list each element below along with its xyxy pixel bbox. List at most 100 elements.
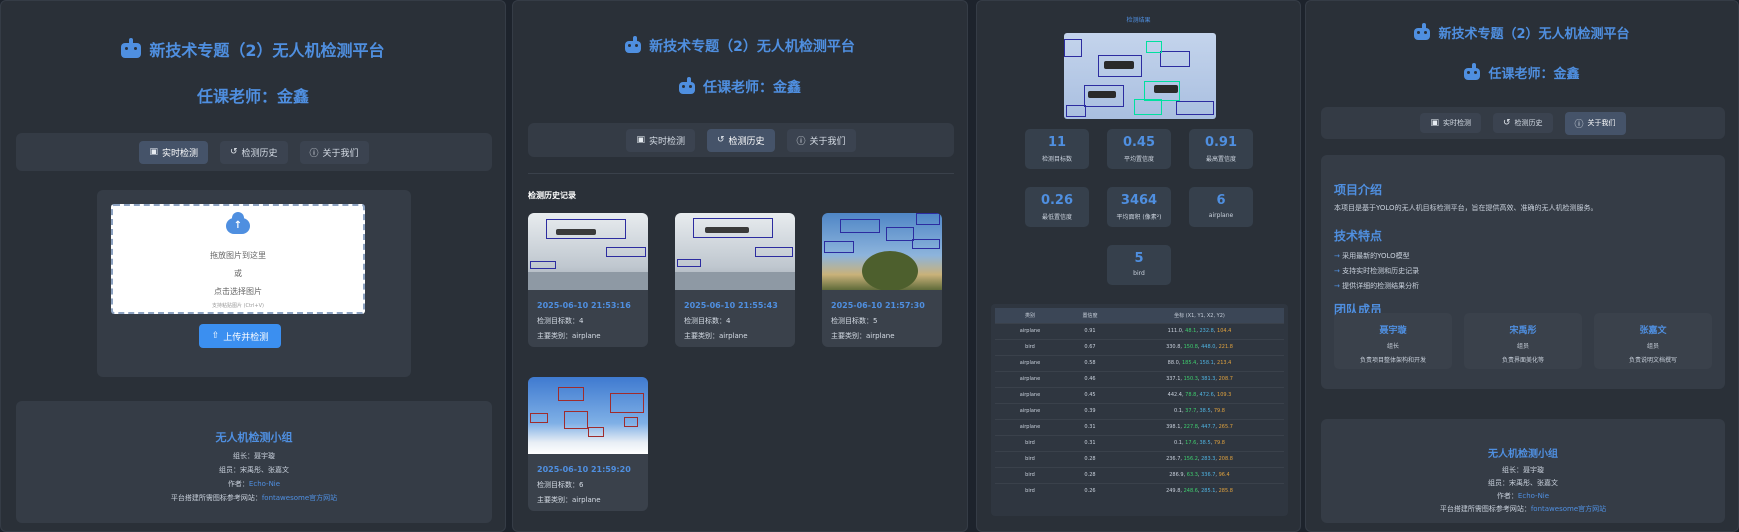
col-header-conf: 置信度 (1065, 308, 1115, 323)
tab-about-label: 关于我们 (809, 136, 846, 147)
cell-coords: 337.1, 150.3, 381.3, 208.7 (1115, 370, 1284, 387)
member-duty: 负责界面美化等 (1501, 357, 1544, 364)
about-panel: 新技术专题（2）无人机检测平台 任课老师：金鑫 ▣ 实时检测 ↺ 检测历史 ⓘ 关于我… (1305, 0, 1739, 532)
coord-y2: 79.8 (1213, 408, 1225, 414)
history-icon: ↺ (1502, 118, 1511, 128)
info-icon: ⓘ (1574, 119, 1584, 130)
stat-label: 平均置信度 (1123, 156, 1154, 163)
coord-y2: 285.8 (1218, 488, 1233, 495)
member-duty: 负责说明文档撰写 (1628, 357, 1677, 364)
coord-x2: 285.1 (1201, 488, 1216, 495)
table-row: airplane 0.31 398.1, 227.8, 447.7, 265.7 (995, 418, 1284, 435)
tab-history[interactable]: ↺ 检测历史 (219, 140, 288, 164)
tab-realtime[interactable]: ▣ 实时检测 (139, 140, 208, 164)
tab-history-label: 检测历史 (1514, 119, 1543, 127)
nav-bar: ▣ 实时检测 ↺ 检测历史 ⓘ 关于我们 (528, 123, 954, 157)
coord-y1: 63.3 (1186, 472, 1198, 478)
count-label: 检测目标数： (831, 317, 873, 325)
arrow-right-icon: → (1334, 252, 1343, 260)
table-row: airplane 0.58 88.0, 185.4, 158.1, 213.4 (995, 354, 1284, 371)
history-card[interactable]: 2025-06-10 21:57:30 检测目标数：5 主要类别：airplan… (822, 213, 942, 347)
cell-class: bird (995, 434, 1065, 451)
stat-card: 0.91 最高置信度 (1189, 129, 1253, 169)
cell-conf: 0.67 (1065, 338, 1115, 355)
cell-coords: 442.4, 78.8, 472.6, 109.3 (1115, 386, 1284, 403)
table-row: airplane 0.39 0.1, 37.7, 38.5, 79.8 (995, 402, 1284, 419)
detection-box (606, 247, 646, 257)
detection-box (693, 218, 773, 238)
tab-realtime[interactable]: ▣ 实时检测 (626, 128, 695, 152)
coord-y1: 156.2 (1183, 456, 1198, 462)
team-card: 无人机检测小组 组长：聂宇璇 组员：宋禹彤、张嘉文 作者：Echo-Nie 平台… (1321, 419, 1725, 523)
cell-conf: 0.58 (1065, 354, 1115, 371)
history-date: 2025-06-10 21:55:43 (684, 301, 778, 310)
tab-history[interactable]: ↺ 检测历史 (1492, 113, 1553, 133)
detection-box (546, 219, 626, 239)
detection-box (1144, 81, 1180, 101)
cell-class: airplane (995, 370, 1065, 387)
detection-box (824, 241, 854, 253)
stat-card: 0.45 平均置信度 (1107, 129, 1171, 169)
history-count-line: 检测目标数：4 (537, 316, 648, 326)
ref-link[interactable]: fontawesome官方网站 (1531, 505, 1606, 513)
member-name: 宋禹彤 (1509, 326, 1537, 336)
coord-y2: 265.7 (1218, 424, 1233, 430)
history-date: 2025-06-10 21:53:16 (537, 301, 631, 310)
coord-x2: 158.1 (1199, 360, 1214, 366)
ref-line: 平台搭建所需图标参考网站：fontawesome官方网站 (1321, 504, 1725, 514)
count-label: 检测目标数： (537, 481, 579, 489)
history-card[interactable]: 2025-06-10 21:59:20 检测目标数：6 主要类别：airplan… (528, 377, 648, 511)
team-members: 组员：宋禹彤、张嘉文 (219, 466, 289, 474)
arrow-right-icon: → (1334, 267, 1343, 275)
detection-box (1064, 39, 1082, 57)
tab-realtime[interactable]: ▣ 实时检测 (1420, 113, 1481, 133)
member-role: 组员 (1516, 343, 1529, 350)
coord-y1: 150.8 (1183, 344, 1198, 350)
upload-dropzone[interactable]: ↑ 拖放图片到这里 或 点击选择图片 支持粘贴图片 (Ctrl+V) (111, 204, 365, 314)
history-card[interactable]: 2025-06-10 21:55:43 检测目标数：4 主要类别：airplan… (675, 213, 795, 347)
author-link[interactable]: Echo-Nie (249, 480, 280, 488)
result-table-card: 类别 置信度 坐标 (X1, Y1, X2, Y2) airplane 0.91 1… (991, 304, 1288, 516)
tree-shape (862, 251, 918, 290)
intro-text: 本项目是基于YOLO的无人机目标检测平台，旨在提供高效、准确的无人机检测服务。 (1334, 204, 1598, 212)
tab-about[interactable]: ⓘ 关于我们 (299, 140, 369, 164)
teacher-title-text: 任课老师：金鑫 (703, 80, 801, 96)
author-link[interactable]: Echo-Nie (1518, 492, 1549, 500)
camera-icon: ▣ (1430, 118, 1439, 128)
stat-label: 平均面积 (像素²) (1116, 214, 1162, 221)
detection-box (588, 427, 604, 437)
stat-card: 0.26 最低置信度 (1025, 187, 1089, 227)
stat-value: 5 (1134, 251, 1144, 266)
tab-about[interactable]: ⓘ 关于我们 (1564, 111, 1626, 135)
tab-history-label: 检测历史 (241, 148, 278, 159)
stat-card: 11 检测目标数 (1025, 129, 1089, 169)
cell-coords: 0.1, 37.7, 38.5, 79.8 (1115, 402, 1284, 419)
camera-icon: ▣ (149, 147, 158, 157)
divider (528, 173, 954, 174)
history-card[interactable]: 2025-06-10 21:53:16 检测目标数：4 主要类别：airplan… (528, 213, 648, 347)
upload-card: ↑ 拖放图片到这里 或 点击选择图片 支持粘贴图片 (Ctrl+V) ⇧ 上传并检… (97, 190, 411, 377)
robot-icon (1414, 23, 1431, 40)
tab-about[interactable]: ⓘ 关于我们 (786, 128, 856, 152)
detection-box (1146, 41, 1162, 53)
tab-history[interactable]: ↺ 检测历史 (706, 128, 775, 152)
coord-x1: 0.1 (1174, 408, 1182, 414)
count-value: 4 (579, 317, 584, 325)
team-card: 无人机检测小组 组长：聂宇璇 组员：宋禹彤、张嘉文 作者：Echo-Nie 平台… (16, 401, 492, 523)
ref-line: 平台搭建所需图标参考网站：fontawesome官方网站 (16, 493, 492, 503)
coord-y1: 37.7 (1185, 408, 1197, 414)
coord-x2: 38.5 (1199, 408, 1211, 414)
detection-box (840, 219, 880, 233)
history-icon: ↺ (716, 135, 725, 145)
upload-button-label: 上传并检测 (223, 332, 269, 343)
stat-label: bird (1133, 270, 1145, 277)
feature-item: → 支持实时检测和历史记录 (1334, 266, 1419, 276)
coord-y2: 208.7 (1218, 376, 1233, 382)
stat-value: 11 (1047, 135, 1067, 150)
feature-item: → 提供详细的检测结果分析 (1334, 281, 1419, 291)
member-role: 组员 (1646, 343, 1659, 350)
class-value: airplane (866, 332, 895, 340)
coord-y2: 109.3 (1217, 392, 1232, 398)
ref-link[interactable]: fontawesome官方网站 (262, 494, 337, 502)
upload-button[interactable]: ⇧ 上传并检测 (199, 324, 281, 348)
